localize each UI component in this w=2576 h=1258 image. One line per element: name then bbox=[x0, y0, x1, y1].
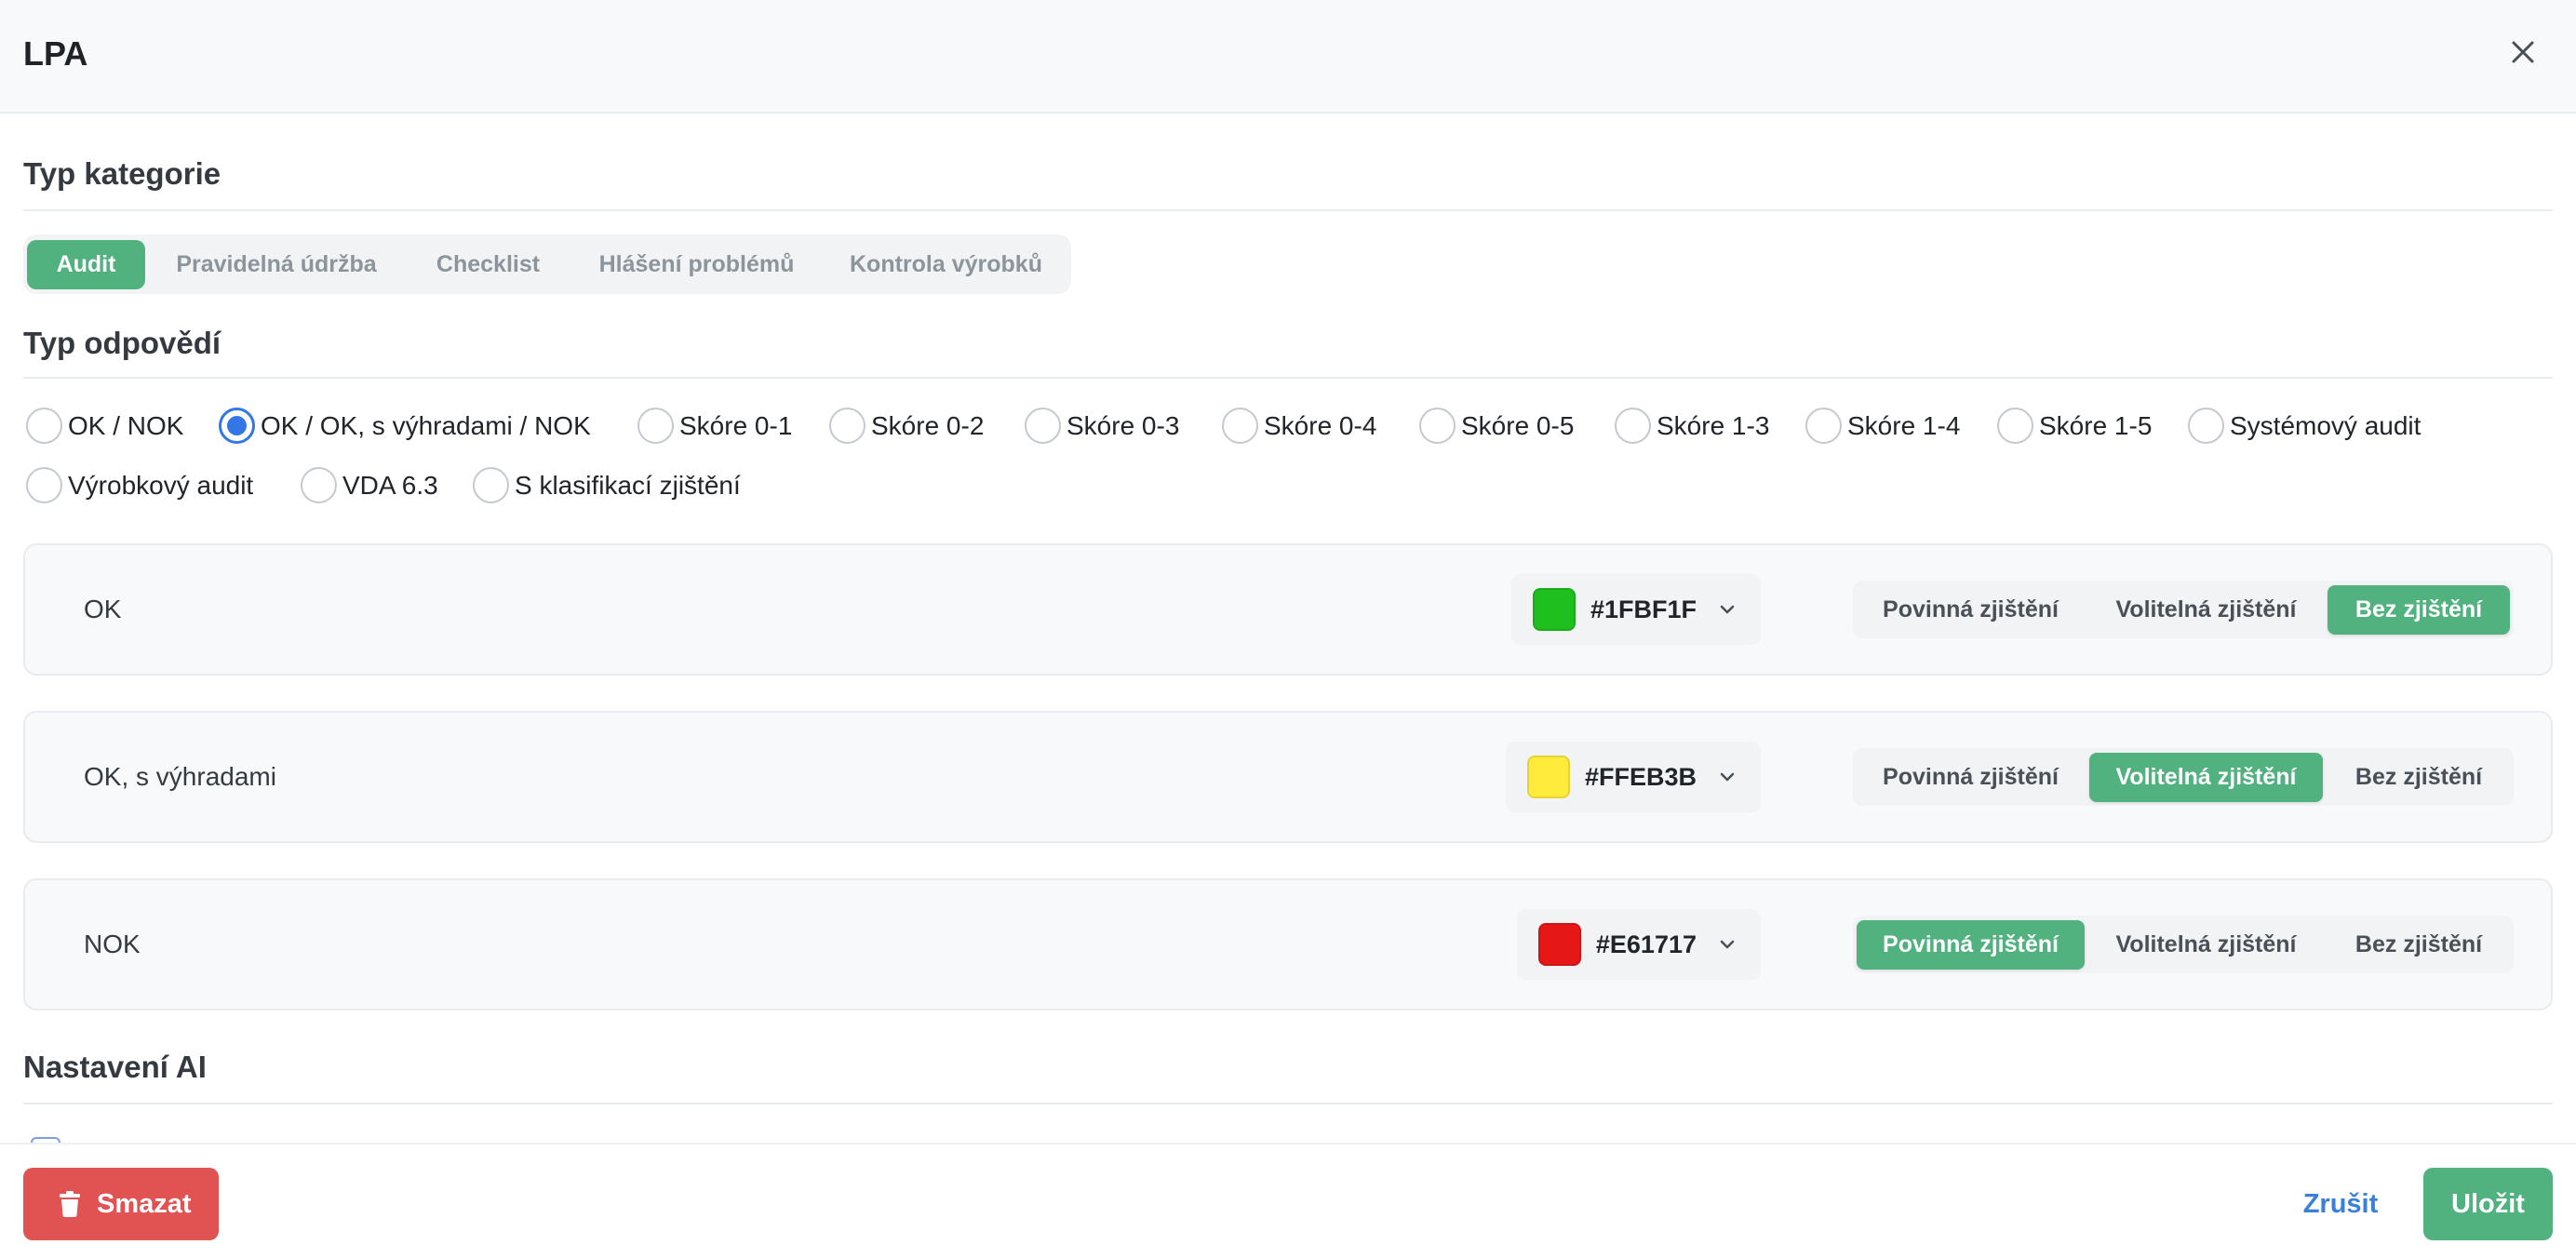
segment-optional-findings[interactable]: Volitelná zjištění bbox=[2089, 752, 2323, 802]
radio-system-audit[interactable]: Systémový audit bbox=[2188, 408, 2421, 444]
radio-circle[interactable] bbox=[1222, 408, 1258, 444]
color-swatch bbox=[1526, 756, 1570, 798]
color-picker[interactable]: #E61717 bbox=[1516, 909, 1761, 980]
tab-product-inspection[interactable]: Kontrola výrobků bbox=[825, 240, 1067, 289]
category-type-tabs: Audit Pravidelná údržba Checklist Hlášen… bbox=[23, 234, 1071, 294]
color-value: #FFEB3B bbox=[1584, 762, 1697, 791]
color-value: #E61717 bbox=[1595, 930, 1697, 958]
save-button[interactable]: Uložit bbox=[2423, 1168, 2553, 1240]
segment-no-findings[interactable]: Bez zjištění bbox=[2328, 920, 2510, 970]
radio-label: Systémový audit bbox=[2230, 410, 2422, 440]
answer-label: NOK bbox=[84, 930, 141, 958]
ai-settings-heading: Nastavení AI bbox=[23, 1050, 207, 1084]
radio-label: Skóre 0-1 bbox=[679, 410, 793, 440]
radio-circle[interactable] bbox=[1419, 408, 1456, 444]
radio-circle[interactable] bbox=[1997, 408, 2033, 444]
answer-card-ok: OK #1FBF1F Povinná zjištění Volitelná zj… bbox=[23, 543, 2553, 676]
response-type-heading: Typ odpovědí bbox=[23, 326, 221, 360]
radio-circle[interactable] bbox=[1025, 408, 1061, 444]
radio-circle[interactable] bbox=[26, 408, 62, 444]
color-value: #1FBF1F bbox=[1590, 595, 1697, 623]
radio-label: S klasifikací zjištění bbox=[515, 470, 741, 500]
chevron-down-icon bbox=[1718, 768, 1737, 786]
tab-problem-reporting[interactable]: Hlášení problémů bbox=[569, 240, 825, 289]
radio-label: Skóre 1-5 bbox=[2039, 410, 2153, 440]
segment-optional-findings[interactable]: Volitelná zjištění bbox=[2089, 585, 2323, 635]
divider bbox=[23, 1103, 2553, 1104]
radio-label: VDA 6.3 bbox=[342, 470, 438, 500]
segment-optional-findings[interactable]: Volitelná zjištění bbox=[2089, 920, 2323, 970]
findings-segmented-control: Povinná zjištění Volitelná zjištění Bez … bbox=[1853, 581, 2514, 638]
radio-score-0-5[interactable]: Skóre 0-5 bbox=[1419, 408, 1574, 444]
answer-card-nok: NOK #E61717 Povinná zjištění Volitelná z… bbox=[23, 878, 2553, 1010]
dialog-footer: Smazat Zrušit Uložit bbox=[0, 1143, 2576, 1258]
radio-label: Skóre 0-4 bbox=[1264, 410, 1377, 440]
radio-score-0-2[interactable]: Skóre 0-2 bbox=[829, 408, 984, 444]
findings-segmented-control: Povinná zjištění Volitelná zjištění Bez … bbox=[1853, 748, 2514, 806]
radio-ok-with-reservations-nok[interactable]: OK / OK, s výhradami / NOK bbox=[219, 408, 591, 444]
dialog-title: LPA bbox=[23, 34, 88, 73]
radio-circle[interactable] bbox=[829, 408, 865, 444]
segment-mandatory-findings[interactable]: Povinná zjištění bbox=[1857, 753, 2085, 802]
delete-button[interactable]: Smazat bbox=[23, 1168, 219, 1240]
radio-product-audit[interactable]: Výrobkový audit bbox=[26, 467, 253, 503]
answer-card-ok-with-reservations: OK, s výhradami #FFEB3B Povinná zjištění… bbox=[23, 711, 2553, 843]
radio-label: Výrobkový audit bbox=[68, 470, 254, 500]
category-type-heading: Typ kategorie bbox=[23, 156, 221, 191]
tab-audit[interactable]: Audit bbox=[27, 239, 145, 289]
trash-icon bbox=[59, 1191, 81, 1217]
radio-circle[interactable] bbox=[637, 408, 674, 444]
segment-mandatory-findings[interactable]: Povinná zjištění bbox=[1857, 585, 2085, 635]
radio-ok-nok[interactable]: OK / NOK bbox=[26, 408, 183, 444]
color-swatch bbox=[1532, 588, 1576, 631]
radio-circle[interactable] bbox=[2188, 408, 2224, 444]
chevron-down-icon bbox=[1718, 600, 1737, 619]
radio-circle[interactable] bbox=[219, 408, 255, 444]
answer-label: OK bbox=[84, 595, 122, 623]
color-picker[interactable]: #FFEB3B bbox=[1505, 742, 1761, 812]
tab-regular-maintenance[interactable]: Pravidelná údržba bbox=[145, 240, 408, 289]
radio-label: Skóre 0-2 bbox=[871, 410, 985, 440]
radio-label: Skóre 1-4 bbox=[1847, 410, 1961, 440]
divider bbox=[23, 377, 2553, 379]
delete-button-label: Smazat bbox=[97, 1188, 192, 1219]
radio-label: Skóre 0-5 bbox=[1461, 410, 1575, 440]
radio-score-1-4[interactable]: Skóre 1-4 bbox=[1805, 408, 1960, 444]
color-swatch bbox=[1537, 923, 1581, 966]
answer-label: OK, s výhradami bbox=[84, 762, 276, 791]
segment-mandatory-findings[interactable]: Povinná zjištění bbox=[1857, 919, 2085, 970]
close-icon bbox=[2510, 39, 2536, 70]
tab-checklist[interactable]: Checklist bbox=[408, 240, 569, 289]
radio-label: Skóre 0-3 bbox=[1067, 410, 1180, 440]
close-button[interactable] bbox=[2504, 35, 2542, 73]
radio-label: Skóre 1-3 bbox=[1657, 410, 1770, 440]
radio-circle[interactable] bbox=[301, 467, 337, 503]
divider bbox=[23, 209, 2553, 211]
segment-no-findings[interactable]: Bez zjištění bbox=[2328, 584, 2510, 635]
color-picker[interactable]: #1FBF1F bbox=[1510, 574, 1761, 645]
radio-score-0-3[interactable]: Skóre 0-3 bbox=[1025, 408, 1179, 444]
segment-no-findings[interactable]: Bez zjištění bbox=[2328, 753, 2510, 802]
radio-circle[interactable] bbox=[473, 467, 509, 503]
chevron-down-icon bbox=[1718, 935, 1737, 954]
radio-circle[interactable] bbox=[26, 467, 62, 503]
radio-circle[interactable] bbox=[1805, 408, 1842, 444]
radio-score-1-5[interactable]: Skóre 1-5 bbox=[1997, 408, 2152, 444]
radio-score-0-1[interactable]: Skóre 0-1 bbox=[637, 408, 792, 444]
findings-segmented-control: Povinná zjištění Volitelná zjištění Bez … bbox=[1853, 916, 2514, 973]
radio-circle[interactable] bbox=[1615, 408, 1651, 444]
cancel-button[interactable]: Zrušit bbox=[2271, 1168, 2410, 1240]
radio-score-1-3[interactable]: Skóre 1-3 bbox=[1615, 408, 1769, 444]
dialog-header: LPA bbox=[0, 0, 2576, 114]
radio-label: OK / OK, s výhradami / NOK bbox=[261, 410, 591, 440]
radio-score-0-4[interactable]: Skóre 0-4 bbox=[1222, 408, 1376, 444]
radio-finding-classification[interactable]: S klasifikací zjištění bbox=[473, 467, 741, 503]
radio-label: OK / NOK bbox=[68, 410, 184, 440]
radio-vda-6-3[interactable]: VDA 6.3 bbox=[301, 467, 438, 503]
